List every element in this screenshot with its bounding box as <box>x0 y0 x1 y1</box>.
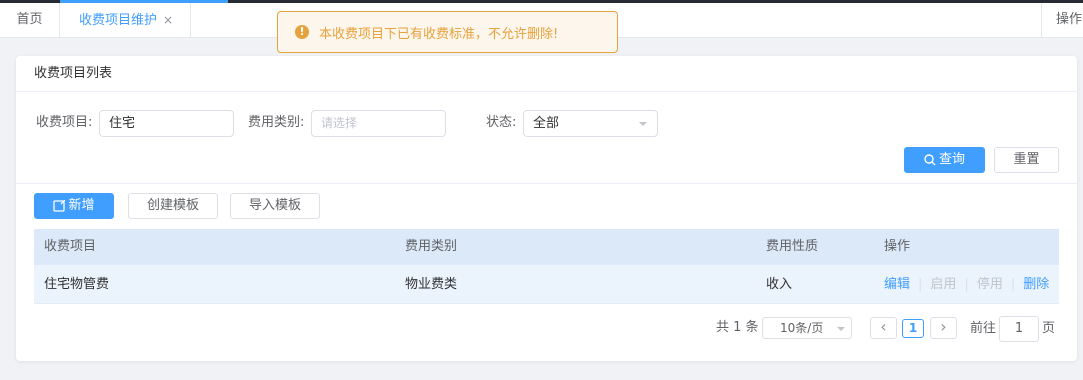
create-template-button[interactable]: 创建模板 <box>128 193 218 219</box>
tab-home[interactable]: 首页 <box>0 3 60 37</box>
table-row[interactable]: 住宅物管费 物业费类 收入 编辑 | 启用 | 停用 | 删除 <box>34 265 1059 304</box>
cell-nature: 收入 <box>766 277 793 292</box>
column-header-operations: 操作 <box>884 239 911 254</box>
table-header: 收费项目 费用类别 费用性质 操作 <box>34 229 1059 265</box>
add-icon <box>53 199 66 212</box>
search-button[interactable]: 查询 <box>904 147 985 173</box>
category-filter-label: 费用类别: <box>248 115 305 130</box>
divider <box>16 183 1077 184</box>
column-header-nature: 费用性质 <box>766 239 819 254</box>
separator: | <box>918 277 923 292</box>
chevron-left-icon[interactable]: ‹ <box>870 317 897 339</box>
item-filter-input[interactable]: 住宅 <box>99 110 234 137</box>
warning-message: ! 本收费项目下已有收费标准，不允许删除! <box>277 11 618 53</box>
page-size-select[interactable]: 10条/页 <box>762 317 852 339</box>
search-icon <box>924 153 936 165</box>
cell-operations: 编辑 | 启用 | 停用 | 删除 <box>874 265 1059 303</box>
delete-link[interactable]: 删除 <box>1023 277 1049 292</box>
column-header-item: 收费项目 <box>44 239 97 254</box>
cell-item: 住宅物管费 <box>44 277 110 292</box>
dropdown-arrow-icon <box>837 327 845 331</box>
column-header-category: 费用类别 <box>405 239 458 254</box>
warning-text: 本收费项目下已有收费标准，不允许删除! <box>319 26 559 42</box>
warning-icon: ! <box>295 25 309 39</box>
edit-link[interactable]: 编辑 <box>884 277 910 292</box>
card-title: 收费项目列表 <box>16 56 1077 92</box>
close-icon[interactable]: × <box>163 3 173 37</box>
add-button-label: 新增 <box>68 198 95 213</box>
goto-label: 前往 <box>970 321 997 336</box>
tab-operations-menu[interactable]: 操作 <box>1041 3 1083 37</box>
dropdown-arrow-icon <box>639 122 647 126</box>
separator: | <box>1010 277 1016 292</box>
search-button-label: 查询 <box>938 152 965 167</box>
chevron-right-icon[interactable]: › <box>930 317 957 339</box>
status-selected-value: 全部 <box>533 116 560 131</box>
pagination-total: 共 1 条 <box>716 320 759 335</box>
import-template-button[interactable]: 导入模板 <box>230 193 320 219</box>
fee-item-table: 收费项目 费用类别 费用性质 操作 住宅物管费 物业费类 收入 编辑 | 启用 | 停用… <box>34 229 1059 304</box>
cell-category: 物业费类 <box>405 277 458 292</box>
tab-fee-item-maintenance[interactable]: 收费项目维护 × <box>60 3 191 37</box>
add-button[interactable]: 新增 <box>34 193 114 219</box>
disable-link[interactable]: 停用 <box>977 277 1003 292</box>
reset-button[interactable]: 重置 <box>994 147 1059 173</box>
goto-page-input[interactable]: 1 <box>999 316 1039 342</box>
status-filter-label: 状态: <box>486 115 517 130</box>
enable-link[interactable]: 启用 <box>930 277 956 292</box>
page-size-value: 10条/页 <box>780 321 824 335</box>
category-filter-select[interactable]: 请选择 <box>311 110 446 137</box>
page-suffix: 页 <box>1042 321 1056 336</box>
tab-label: 收费项目维护 <box>79 13 158 28</box>
status-filter-select[interactable]: 全部 <box>523 110 658 137</box>
fee-item-list-card: 收费项目列表 收费项目: 住宅 费用类别: 请选择 状态: 全部 查询 重置 新… <box>16 56 1077 361</box>
page-number-current[interactable]: 1 <box>902 319 924 338</box>
separator: | <box>964 277 969 292</box>
item-filter-label: 收费项目: <box>36 115 93 130</box>
